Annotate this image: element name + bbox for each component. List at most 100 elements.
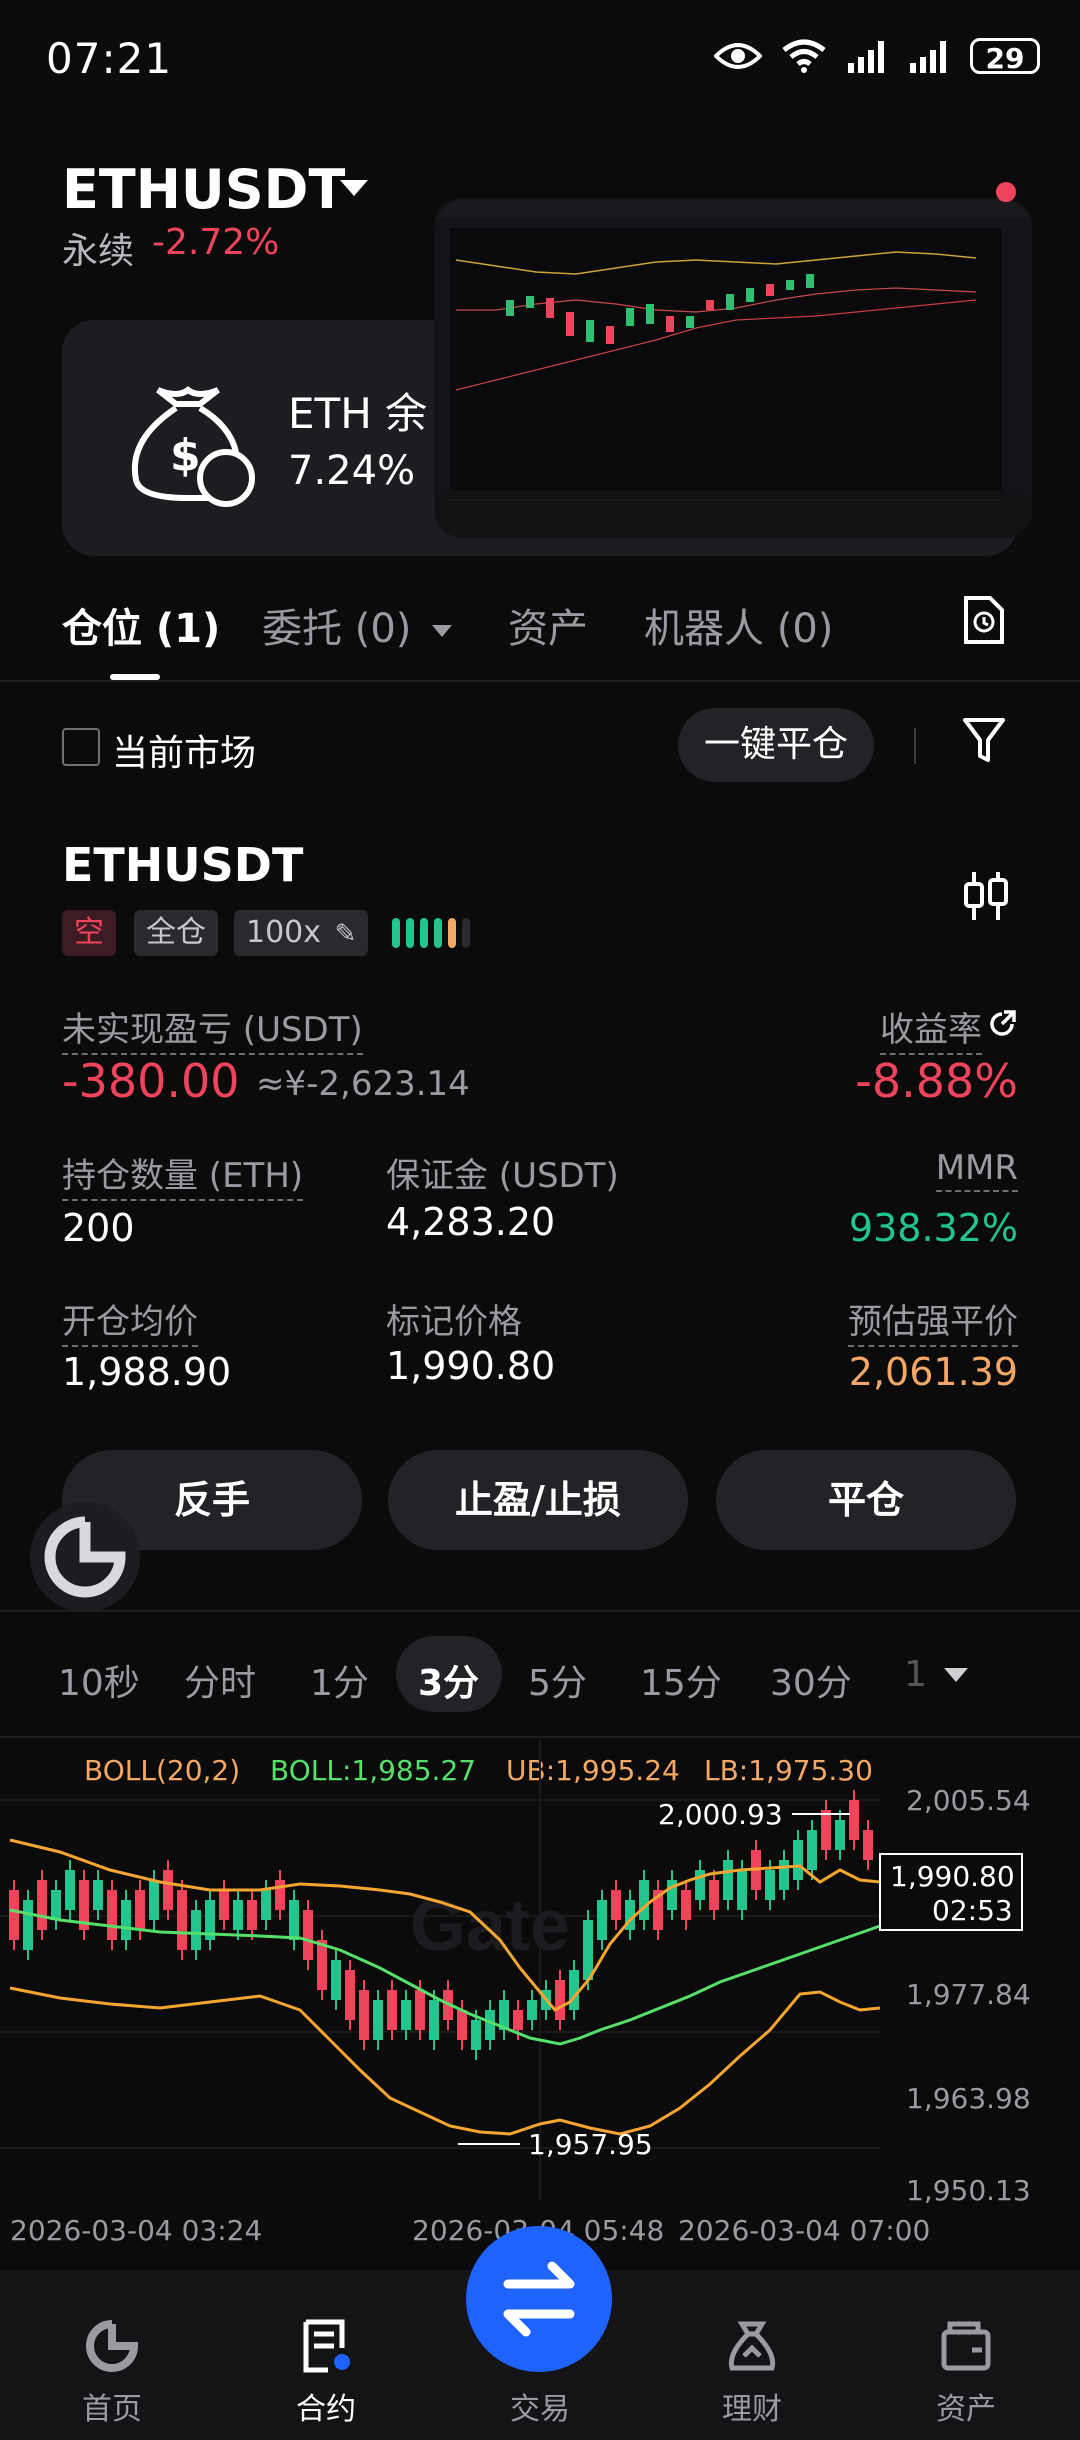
futures-icon[interactable] bbox=[256, 2318, 396, 2374]
nav-assets[interactable]: 资产 bbox=[896, 2384, 1036, 2428]
swap-arrows-icon bbox=[503, 2261, 575, 2337]
mark-price-value: 1,990.80 bbox=[386, 1344, 556, 1388]
candle-body bbox=[219, 1890, 229, 1920]
risk-level-bar bbox=[392, 918, 400, 948]
divider bbox=[0, 1610, 1080, 1612]
unrealized-pnl-value: -380.00 bbox=[62, 1054, 240, 1108]
y-tick: 2,005.54 bbox=[906, 1784, 1031, 1817]
nav-trade[interactable]: 交易 bbox=[470, 2384, 610, 2428]
margin-label: 保证金 (USDT) bbox=[386, 1156, 619, 1196]
candle-body bbox=[345, 1970, 355, 2020]
mmr-label[interactable]: MMR bbox=[935, 1148, 1018, 1192]
countdown-value: 02:53 bbox=[932, 1894, 1013, 1927]
interval-more[interactable]: 1 bbox=[904, 1654, 927, 1695]
wifi-icon bbox=[782, 39, 826, 73]
roe-label[interactable]: 收益率 bbox=[880, 1002, 982, 1055]
candle-body bbox=[247, 1900, 257, 1930]
candle-body bbox=[639, 1880, 649, 1920]
interval-1m[interactable]: 1分 bbox=[310, 1654, 369, 1706]
pip-video-overlay[interactable] bbox=[434, 198, 1032, 538]
tab-bots[interactable]: 机器人 (0) bbox=[644, 596, 833, 654]
tp-sl-button[interactable]: 止盈/止损 bbox=[388, 1450, 688, 1550]
signal-icon-2 bbox=[910, 41, 946, 73]
close-position-button[interactable]: 平仓 bbox=[716, 1450, 1016, 1550]
roe-value: -8.88% bbox=[855, 1054, 1018, 1108]
wallet-icon[interactable] bbox=[896, 2318, 1036, 2374]
trade-button[interactable] bbox=[466, 2226, 612, 2372]
tab-orders[interactable]: 委托 (0) bbox=[262, 596, 453, 654]
mark-price-label: 标记价格 bbox=[386, 1302, 522, 1342]
kline-chart[interactable]: Gate 2,000.93 1,957.95 2,005.54 1,977.84… bbox=[0, 1740, 1080, 2260]
earn-icon[interactable] bbox=[682, 2318, 822, 2374]
candle-body bbox=[51, 1890, 61, 1920]
candle-body bbox=[135, 1890, 145, 1930]
pair-dropdown-icon[interactable] bbox=[340, 180, 368, 196]
battery-level: 29 bbox=[985, 42, 1025, 75]
interval-dropdown-icon[interactable] bbox=[944, 1668, 968, 1682]
price-change: -2.72% bbox=[152, 222, 280, 263]
y-tick: 1,963.98 bbox=[906, 2082, 1031, 2115]
nav-home[interactable]: 首页 bbox=[42, 2384, 182, 2428]
candle-body bbox=[765, 1870, 775, 1900]
mmr-value: 938.32% bbox=[848, 1206, 1018, 1250]
entry-price-label[interactable]: 开仓均价 bbox=[62, 1294, 198, 1347]
gate-logo-icon bbox=[44, 1516, 126, 1598]
candle-body bbox=[415, 1990, 425, 2030]
promo-title: ETH 余 bbox=[288, 389, 428, 438]
interval-10s[interactable]: 10秒 bbox=[58, 1654, 140, 1706]
candle-body bbox=[849, 1800, 859, 1840]
filter-icon[interactable] bbox=[962, 716, 1006, 766]
nav-earn[interactable]: 理财 bbox=[682, 2384, 822, 2428]
entry-price-value: 1,988.90 bbox=[62, 1350, 232, 1394]
interval-3m[interactable]: 3分 bbox=[418, 1654, 479, 1706]
candle-body bbox=[527, 2000, 537, 2020]
divider bbox=[914, 728, 916, 764]
nav-futures[interactable]: 合约 bbox=[256, 2384, 396, 2428]
pair-title[interactable]: ETHUSDT bbox=[62, 158, 345, 221]
candle-body bbox=[37, 1880, 47, 1930]
status-icons: 29 bbox=[714, 38, 1040, 75]
candle-body bbox=[289, 1900, 299, 1940]
risk-level-bar bbox=[448, 918, 456, 948]
divider bbox=[0, 680, 1080, 682]
candle-body bbox=[555, 1980, 565, 2020]
position-qty-value: 200 bbox=[62, 1206, 135, 1250]
home-icon[interactable] bbox=[42, 2318, 182, 2374]
candle-body bbox=[121, 1900, 131, 1940]
interval-timeshare[interactable]: 分时 bbox=[184, 1654, 256, 1706]
candle-body bbox=[723, 1860, 733, 1900]
current-market-label[interactable]: 当前市场 bbox=[112, 724, 256, 776]
tab-assets[interactable]: 资产 bbox=[508, 596, 588, 654]
candle-body bbox=[583, 1920, 593, 1980]
status-time: 07:21 bbox=[46, 34, 173, 83]
interval-30m[interactable]: 30分 bbox=[770, 1654, 852, 1706]
risk-level-bar bbox=[434, 918, 442, 948]
side-badge: 空 bbox=[62, 910, 116, 956]
candle-body bbox=[569, 1970, 579, 2010]
chart-candles-icon[interactable] bbox=[960, 868, 1012, 924]
history-record-icon[interactable] bbox=[962, 594, 1006, 646]
candle-body bbox=[303, 1910, 313, 1960]
candle-body bbox=[457, 2010, 467, 2040]
interval-15m[interactable]: 15分 bbox=[640, 1654, 722, 1706]
interval-5m[interactable]: 5分 bbox=[528, 1654, 587, 1706]
candle-body bbox=[191, 1910, 201, 1950]
position-qty-label[interactable]: 持仓数量 (ETH) bbox=[62, 1148, 304, 1201]
candle-body bbox=[401, 2000, 411, 2030]
x-tick: 2026-03-04 07:00 bbox=[678, 2214, 930, 2247]
pip-close-dot[interactable] bbox=[996, 182, 1016, 202]
y-tick: 1,977.84 bbox=[906, 1978, 1031, 2011]
leverage-badge[interactable]: 100x ✎ bbox=[234, 910, 369, 956]
close-all-button[interactable]: 一键平仓 bbox=[678, 708, 874, 782]
candle-body bbox=[163, 1870, 173, 1910]
candle-body bbox=[177, 1890, 187, 1950]
floating-assistant-button[interactable] bbox=[30, 1502, 140, 1612]
candle-body bbox=[9, 1890, 19, 1940]
candle-body bbox=[709, 1880, 719, 1910]
liquidation-price-label[interactable]: 预估强平价 bbox=[848, 1294, 1018, 1347]
current-market-checkbox[interactable] bbox=[62, 728, 100, 766]
high-price-label: 2,000.93 bbox=[658, 1798, 783, 1831]
unrealized-pnl-label[interactable]: 未实现盈亏 (USDT) bbox=[62, 1002, 363, 1055]
tab-positions[interactable]: 仓位 (1) bbox=[62, 596, 220, 654]
share-icon[interactable] bbox=[986, 1008, 1018, 1040]
